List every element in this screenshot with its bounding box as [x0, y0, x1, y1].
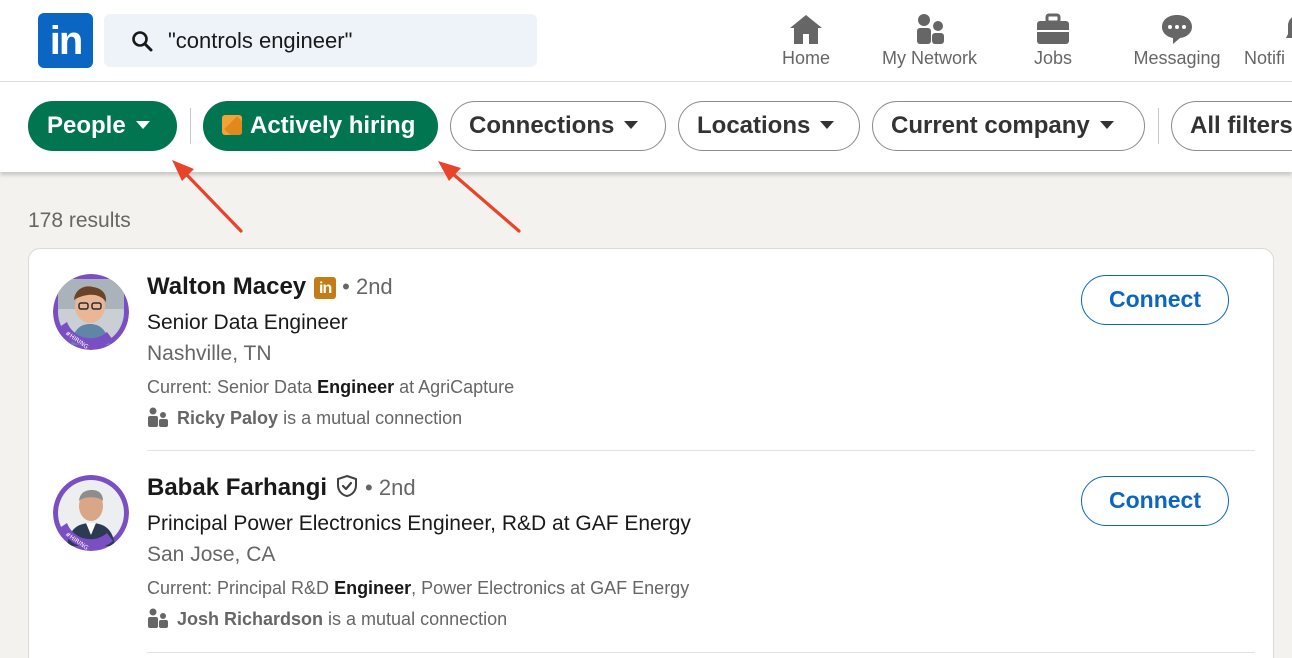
mutual-name[interactable]: Josh Richardson	[177, 609, 323, 629]
current-position: Current: Principal R&D Engineer, Power E…	[147, 578, 689, 599]
results-count: 178 results	[28, 209, 131, 232]
verified-shield-icon	[337, 474, 358, 498]
linkedin-premium-icon: in	[314, 277, 337, 299]
person-name[interactable]: Babak Farhangi • 2nd	[147, 474, 416, 502]
current-position: Current: Senior Data Engineer at AgriCap…	[147, 377, 514, 398]
annotation-arrow	[172, 160, 243, 233]
person-location: Nashville, TN	[147, 342, 272, 365]
person-name-text[interactable]: Walton Macey	[147, 273, 306, 300]
results-list: #HIRING Walton Macey in • 2nd Senior Data …	[28, 248, 1274, 658]
person-headline: Senior Data Engineer	[147, 311, 348, 334]
connection-degree: • 2nd	[342, 274, 393, 299]
current-prefix: Current: Senior Data	[147, 377, 318, 397]
mutual-connections-icon	[148, 407, 168, 427]
mutual-name[interactable]: Ricky Paloy	[177, 408, 278, 428]
person-name-text[interactable]: Babak Farhangi	[147, 474, 327, 501]
connect-button[interactable]: Connect	[1081, 476, 1229, 526]
avatar[interactable]: #HIRING	[53, 475, 129, 551]
person-location: San Jose, CA	[147, 543, 276, 566]
current-highlight: Engineer	[334, 578, 412, 598]
mutual-connection[interactable]: Ricky Paloy is a mutual connection	[147, 407, 462, 429]
connection-degree: • 2nd	[365, 475, 416, 500]
list-item: #HIRING Babak Farhangi • 2nd Principal Po…	[29, 451, 1275, 651]
person-headline: Principal Power Electronics Engineer, R&…	[147, 512, 691, 535]
list-item: #HIRING Walton Macey in • 2nd Senior Data …	[29, 249, 1275, 449]
current-highlight: Engineer	[317, 377, 395, 397]
mutual-suffix: is a mutual connection	[323, 609, 508, 629]
connect-button[interactable]: Connect	[1081, 275, 1229, 325]
avatar[interactable]: #HIRING	[53, 274, 129, 350]
row-divider	[147, 652, 1255, 653]
mutual-connections-icon	[148, 608, 168, 628]
person-name[interactable]: Walton Macey in • 2nd	[147, 273, 393, 301]
current-suffix: at AgriCapture	[394, 377, 515, 397]
current-prefix: Current: Principal R&D	[147, 578, 335, 598]
annotation-arrow	[438, 161, 521, 233]
mutual-suffix: is a mutual connection	[278, 408, 463, 428]
profile-photo: #HIRING	[53, 475, 129, 551]
mutual-connection[interactable]: Josh Richardson is a mutual connection	[147, 608, 507, 630]
current-suffix: , Power Electronics at GAF Energy	[411, 578, 690, 598]
profile-photo: #HIRING	[53, 274, 129, 350]
